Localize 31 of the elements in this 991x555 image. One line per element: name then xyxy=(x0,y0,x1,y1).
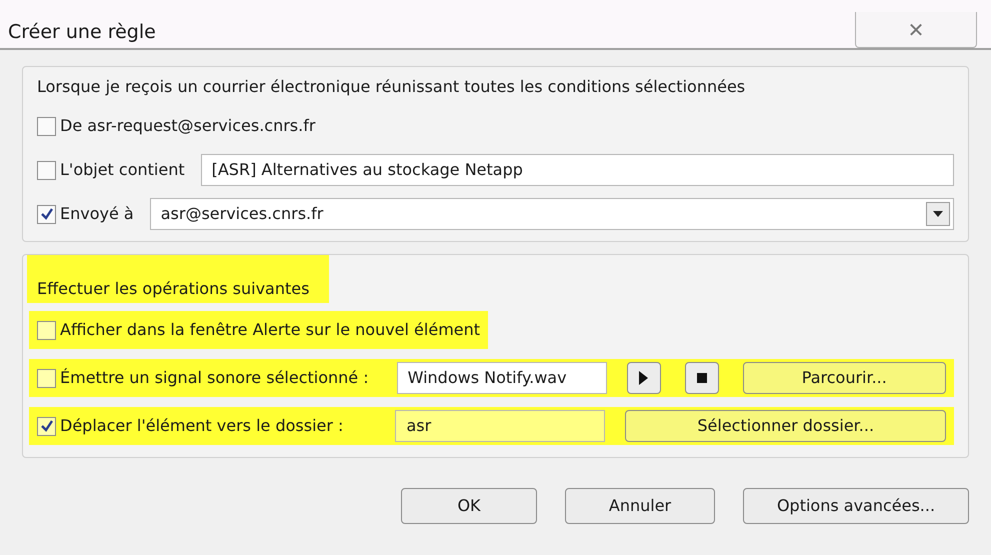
checkbox-label: Déplacer l'élément vers le dossier : xyxy=(60,415,344,437)
dialog-button[interactable]: Annuler xyxy=(565,488,715,524)
dialog-button[interactable]: Options avancées... xyxy=(743,488,969,524)
text-field[interactable]: Windows Notify.wav xyxy=(396,362,607,394)
play-button[interactable] xyxy=(626,362,661,394)
dropdown-icon[interactable] xyxy=(926,202,950,226)
stop-icon xyxy=(696,373,707,383)
checkbox[interactable] xyxy=(37,320,56,340)
combo-value: asr@services.cnrs.fr xyxy=(160,203,324,225)
checkbox[interactable] xyxy=(37,368,56,388)
combo-box[interactable]: asr@services.cnrs.fr xyxy=(150,198,954,230)
checkbox-label: Afficher dans la fenêtre Alerte sur le nouvel élément xyxy=(60,319,480,341)
checkbox-label: L'objet contient xyxy=(60,159,185,181)
text-field[interactable]: asr xyxy=(395,410,606,442)
window-title: Créer une règle xyxy=(8,20,156,45)
select-folder-button[interactable]: Sélectionner dossier... xyxy=(625,410,946,442)
checkbox[interactable] xyxy=(37,204,56,224)
checkbox[interactable] xyxy=(37,160,56,180)
section-heading: Effectuer les opérations suivantes xyxy=(27,255,330,303)
play-icon xyxy=(639,371,648,385)
checkbox-label: Émettre un signal sonore sélectionné : xyxy=(60,367,369,389)
stop-button[interactable] xyxy=(684,362,719,394)
checkbox[interactable] xyxy=(37,416,56,436)
dialog-button[interactable]: OK xyxy=(401,488,537,524)
browse-button[interactable]: Parcourir... xyxy=(742,362,946,394)
text-field[interactable]: [ASR] Alternatives au stockage Netapp xyxy=(200,154,954,186)
checkbox-label: De asr-request@services.cnrs.fr xyxy=(60,115,316,137)
checkbox[interactable] xyxy=(37,116,56,136)
close-button[interactable]: ✕ xyxy=(855,12,977,48)
section-heading: Lorsque je reçois un courrier électronique réunissant toutes les conditions sélectionnées xyxy=(37,77,746,96)
checkbox-label: Envoyé à xyxy=(60,203,134,225)
